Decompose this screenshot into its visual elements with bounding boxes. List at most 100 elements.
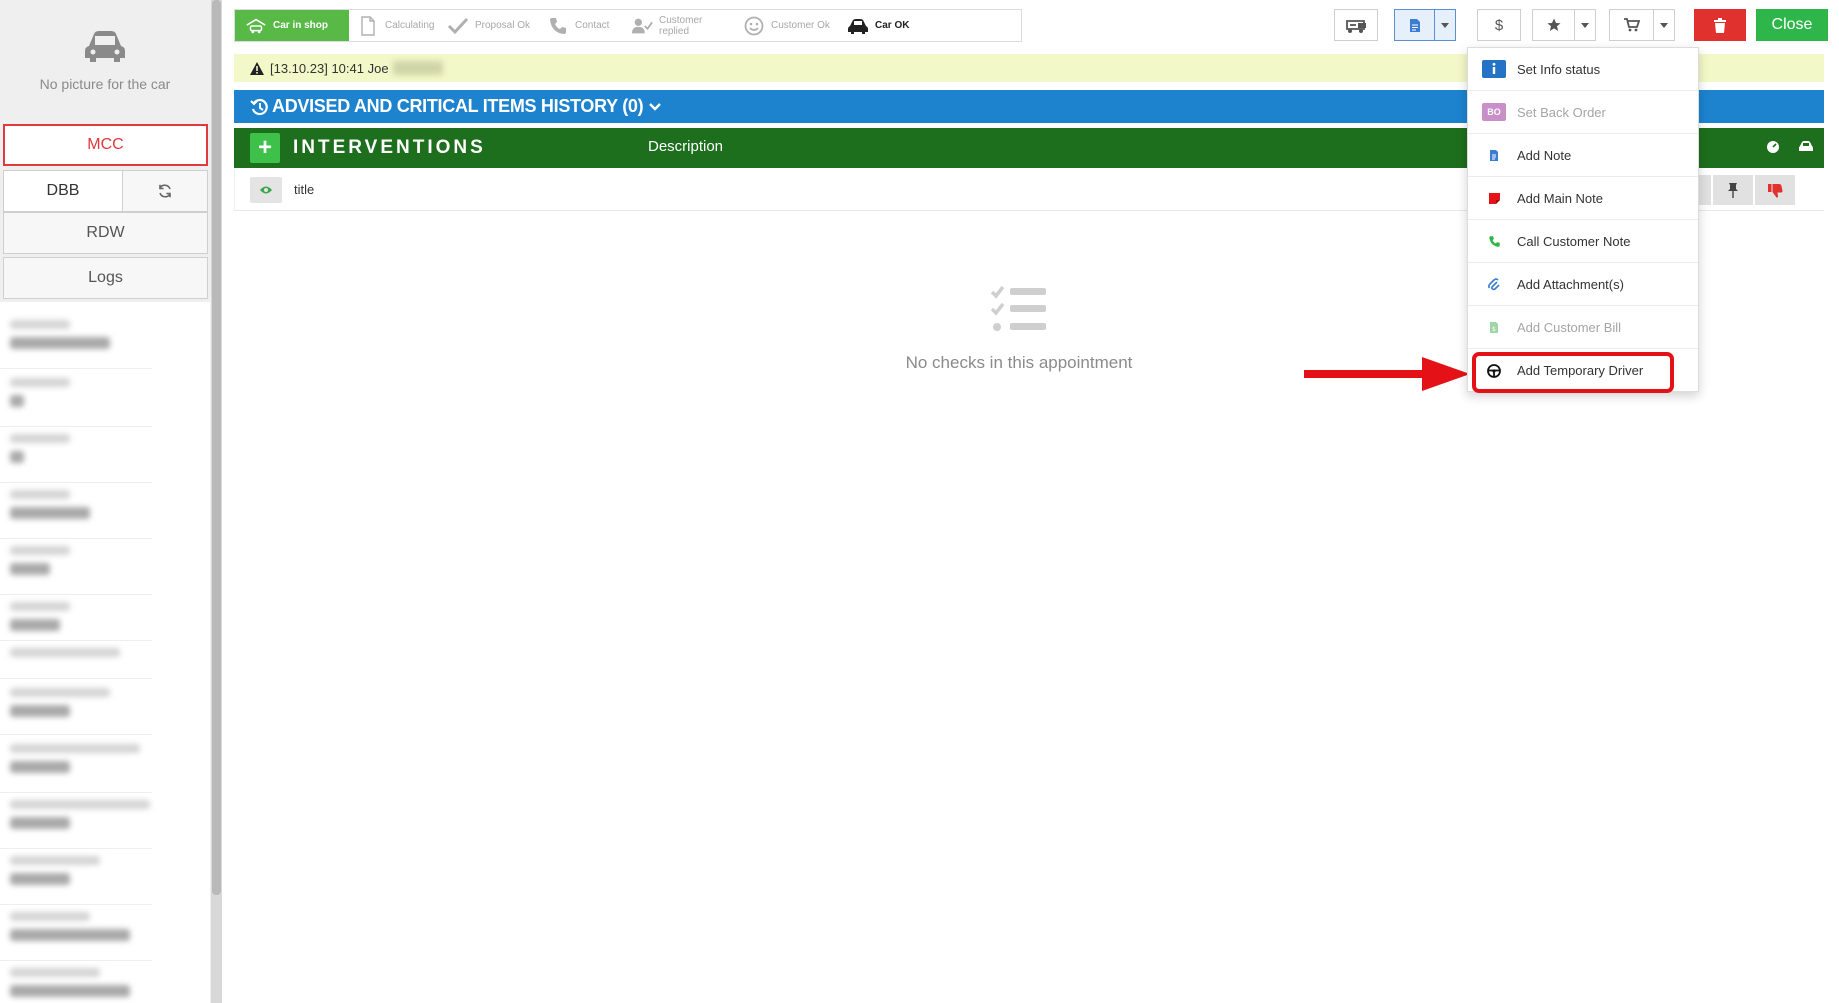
pin-button[interactable] (1713, 175, 1753, 205)
svg-text:$: $ (1492, 326, 1496, 333)
step-proposal-ok[interactable]: Proposal Ok (439, 10, 539, 41)
step-label: Car OK (875, 20, 910, 31)
refresh-icon (159, 184, 171, 198)
menu-item-label: Add Main Note (1517, 190, 1603, 206)
add-intervention-button[interactable]: + (250, 133, 280, 163)
step-label: Calculating (385, 20, 435, 31)
car-service-icon (1346, 20, 1366, 33)
blurred-field (10, 912, 150, 952)
checklist-icon (990, 285, 1046, 331)
description-column-header: Description (648, 138, 724, 155)
close-button[interactable]: Close (1756, 9, 1828, 41)
bo-badge-icon: BO (1482, 103, 1506, 121)
info-icon (1482, 59, 1506, 79)
blurred-field (10, 490, 150, 530)
step-car-ok[interactable]: Car OK (839, 10, 929, 41)
note-button[interactable] (1394, 9, 1434, 41)
logs-button[interactable]: Logs (3, 257, 208, 299)
main-panel: Car in shop Calculating Proposal Ok Cont… (234, 0, 1839, 1003)
blurred-field (10, 800, 150, 840)
note-icon (1409, 18, 1420, 32)
car-wash-button[interactable] (1334, 9, 1378, 41)
caret-down-icon (1441, 22, 1449, 28)
blurred-field (10, 434, 150, 474)
menu-item-label: Add Note (1517, 147, 1572, 163)
cart-dropdown-caret[interactable] (1653, 9, 1675, 41)
favorite-button[interactable] (1532, 9, 1574, 41)
notice-text: [13.10.23] 10:41 Joe (270, 60, 389, 76)
caret-down-icon (1660, 22, 1668, 28)
blurred-name (392, 61, 443, 75)
dbb-button[interactable]: DBB (3, 170, 123, 212)
step-label: Proposal Ok (475, 20, 531, 31)
gauge-icon (1767, 141, 1779, 153)
delete-button[interactable] (1694, 9, 1746, 41)
blurred-car-details (0, 302, 210, 1003)
smile-icon (743, 16, 765, 36)
note-dropdown-menu: Set Info status BO Set Back Order Add No… (1467, 47, 1699, 392)
caret-down-icon (1581, 22, 1589, 28)
pricing-button[interactable]: $ (1477, 9, 1521, 41)
sidebar-scrollbar[interactable] (211, 0, 222, 1003)
rdw-button[interactable]: RDW (3, 212, 208, 254)
step-label: Customer Ok (771, 20, 830, 31)
step-customer-ok[interactable]: Customer Ok (735, 10, 839, 41)
app-root: No picture for the car MCC DBB RDW Logs (0, 0, 1839, 1003)
annotation-highlight-box (1472, 352, 1674, 393)
sidebar-scroll-thumb[interactable] (212, 0, 221, 895)
thumbs-down-icon (1767, 183, 1782, 198)
mcc-button[interactable]: MCC (3, 124, 208, 166)
reject-button[interactable] (1755, 175, 1795, 205)
warning-icon (250, 61, 264, 75)
document-icon (357, 15, 379, 36)
favorite-dropdown-caret[interactable] (1574, 9, 1596, 41)
menu-item-add-customer-bill[interactable]: $ Add Customer Bill (1468, 306, 1698, 349)
refresh-button[interactable] (123, 170, 208, 212)
main-note-icon (1482, 188, 1506, 208)
menu-item-label: Add Attachment(s) (1517, 276, 1624, 292)
step-contact[interactable]: Contact (539, 10, 623, 41)
sidebar: No picture for the car MCC DBB RDW Logs (0, 0, 222, 1003)
note-dropdown-caret[interactable] (1434, 9, 1456, 41)
menu-item-call-customer-note[interactable]: Call Customer Note (1468, 220, 1698, 263)
interventions-header-icons (1766, 140, 1814, 154)
menu-item-set-info-status[interactable]: Set Info status (1468, 48, 1698, 91)
menu-item-label: Set Info status (1517, 61, 1601, 77)
blurred-field (10, 602, 150, 642)
step-customer-replied[interactable]: Customer replied (623, 10, 735, 41)
blurred-field (10, 546, 150, 586)
car-picture-placeholder: No picture for the car (0, 0, 210, 118)
step-label: Contact (575, 20, 610, 31)
blurred-field (10, 688, 150, 728)
step-car-in-shop[interactable]: Car in shop (235, 10, 349, 41)
menu-item-label: Call Customer Note (1517, 233, 1631, 249)
annotation-arrow (1304, 357, 1470, 391)
check-icon (447, 16, 469, 36)
step-label: Customer replied (659, 14, 703, 37)
step-calculating[interactable]: Calculating (349, 10, 439, 41)
trash-icon (1714, 17, 1726, 33)
cart-button[interactable] (1609, 9, 1653, 41)
visibility-toggle-button[interactable] (250, 176, 282, 203)
eye-icon (260, 186, 272, 193)
blurred-field (10, 648, 150, 688)
no-picture-caption: No picture for the car (39, 76, 171, 92)
pin-icon (1728, 183, 1738, 198)
menu-item-label: Add Customer Bill (1517, 319, 1622, 335)
interventions-title: INTERVENTIONS (293, 137, 486, 158)
chevron-down-icon (649, 102, 662, 111)
history-icon (250, 98, 268, 115)
star-icon (1547, 18, 1560, 31)
advised-title: ADVISED AND CRITICAL ITEMS HISTORY (0) (272, 96, 644, 116)
cart-icon (1623, 18, 1640, 32)
dbb-row: DBB (3, 170, 208, 212)
menu-item-add-attachments[interactable]: Add Attachment(s) (1468, 263, 1698, 306)
menu-item-set-back-order[interactable]: BO Set Back Order (1468, 91, 1698, 134)
blurred-field (10, 320, 150, 360)
blurred-field (10, 744, 150, 784)
step-label: Car in shop (273, 20, 329, 31)
menu-item-add-note[interactable]: Add Note (1468, 134, 1698, 177)
blurred-field (10, 378, 150, 418)
menu-item-add-main-note[interactable]: Add Main Note (1468, 177, 1698, 220)
phone-icon (547, 16, 569, 36)
